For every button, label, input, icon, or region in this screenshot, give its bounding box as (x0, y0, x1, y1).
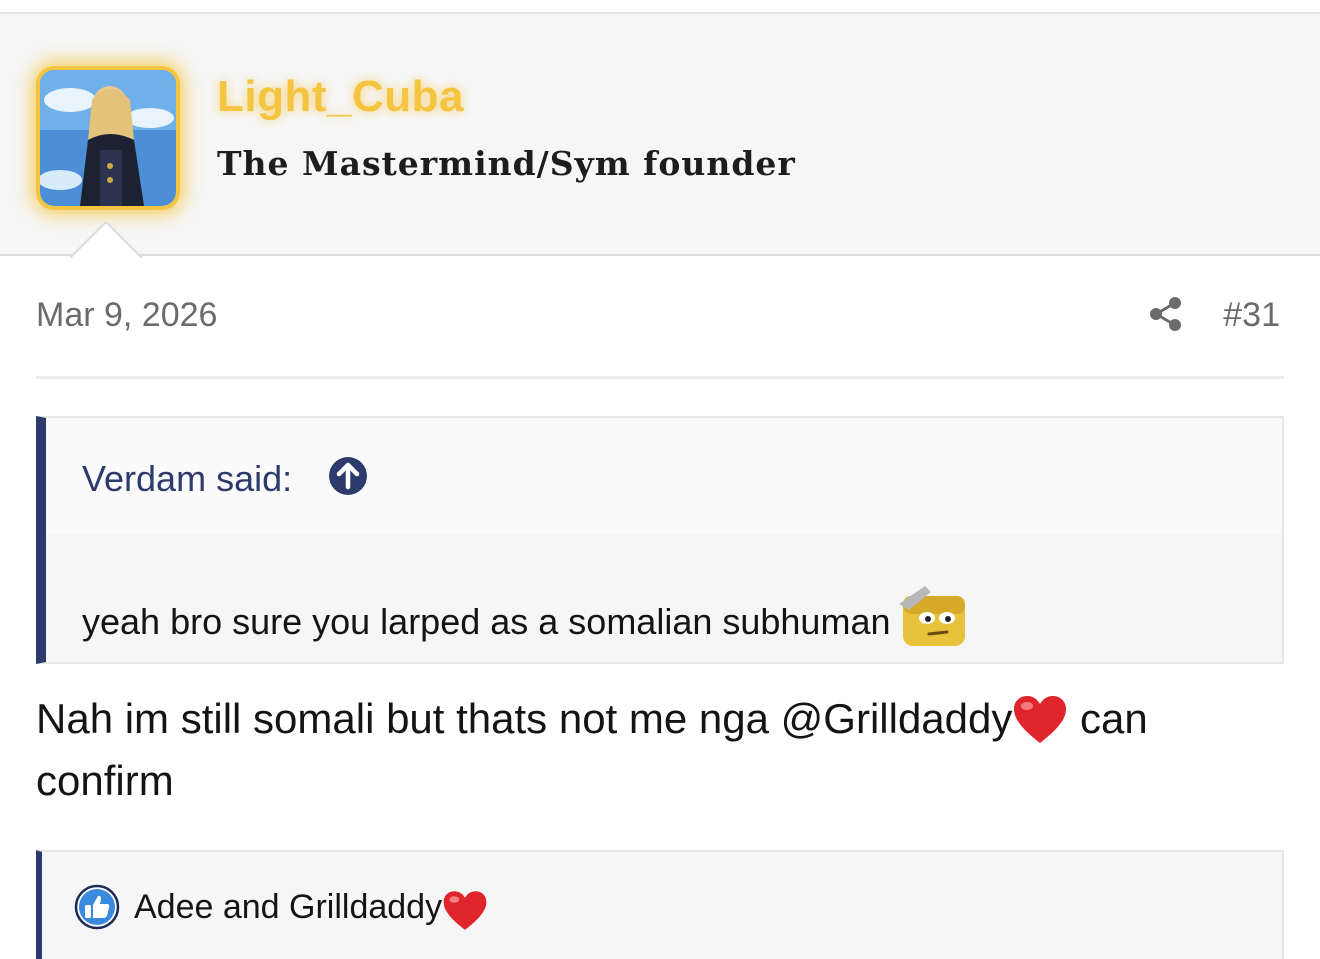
quote-text: yeah bro sure you larped as a somalian s… (82, 586, 967, 648)
message-text-continued: can (1068, 695, 1148, 742)
arrow-up-icon[interactable] (328, 456, 368, 496)
quote-header: Verdam said: (46, 418, 1282, 534)
post-number[interactable]: #31 (1223, 296, 1280, 335)
message-text: Nah im still somali but thats not me nga… (36, 695, 1013, 742)
message-text-line2: confirm (36, 757, 174, 804)
meta-divider (36, 376, 1284, 379)
salute-face-emoji (898, 586, 965, 646)
header-caret (70, 222, 142, 258)
reactions-bar[interactable]: Adee and Grilldaddy (36, 850, 1284, 959)
quote-text-content: yeah bro sure you larped as a somalian s… (82, 601, 891, 642)
post-meta: Mar 9, 2026 #31 (36, 296, 1284, 336)
username[interactable]: Light_Cuba (217, 72, 464, 122)
reaction-users[interactable]: Adee and Grilldaddy (134, 888, 488, 932)
quote-block: Verdam said: yeah bro sure you larped as… (36, 416, 1284, 664)
avatar[interactable] (40, 70, 176, 206)
like-icon[interactable] (74, 884, 120, 930)
user-title: The Mastermind/Sym founder (217, 144, 796, 183)
heart-emoji (443, 891, 487, 930)
post-message: Nah im still somali but thats not me nga… (36, 688, 1276, 812)
heart-emoji (1014, 696, 1067, 743)
post-user-header: Light_Cuba The Mastermind/Sym founder (0, 14, 1320, 256)
avatar-image (40, 70, 176, 206)
post-date[interactable]: Mar 9, 2026 (36, 296, 217, 335)
quote-author[interactable]: Verdam said: (82, 458, 292, 500)
reaction-users-text: Adee and Grilldaddy (134, 888, 443, 926)
share-icon[interactable] (1148, 296, 1184, 332)
